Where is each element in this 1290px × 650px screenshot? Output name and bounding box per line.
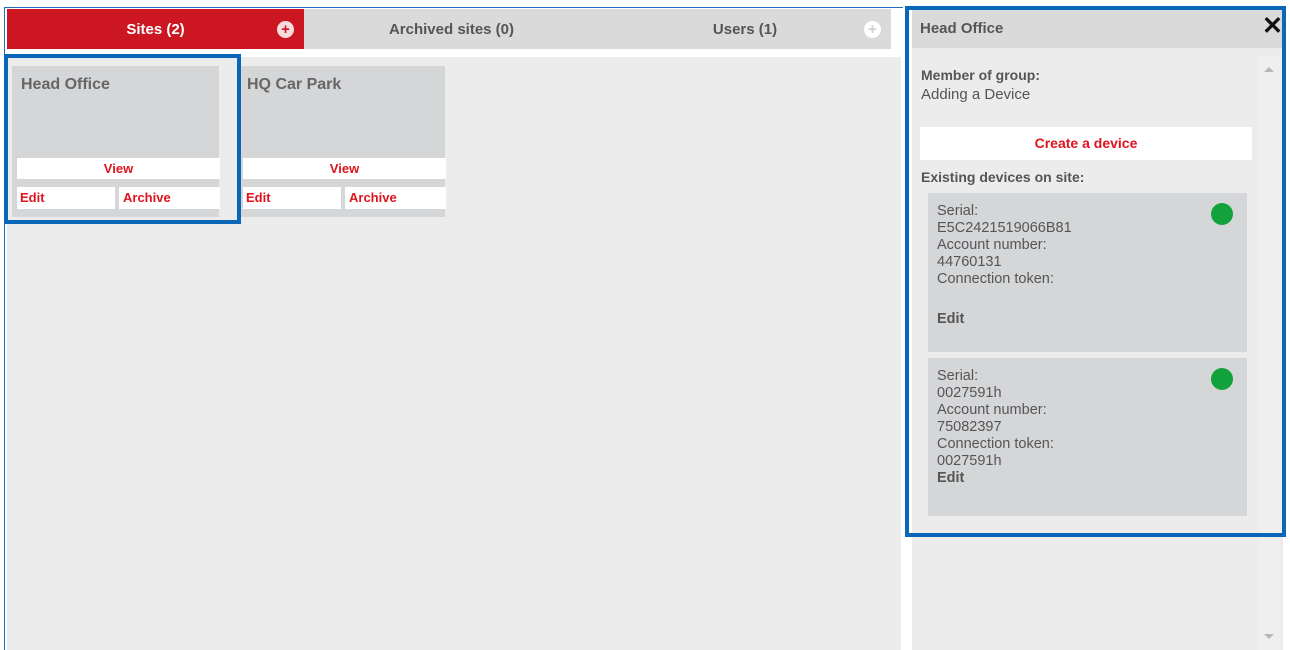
panel-scrollbar[interactable] bbox=[1259, 56, 1280, 650]
scroll-down-arrow-icon[interactable] bbox=[1264, 634, 1274, 639]
status-online-icon bbox=[1211, 368, 1233, 390]
tab-sites-label: Sites (2) bbox=[126, 20, 185, 38]
connection-token-label: Connection token: bbox=[937, 271, 1054, 287]
connection-token-value bbox=[937, 288, 1238, 305]
site-name: Head Office bbox=[21, 76, 110, 93]
site-details-panel: Head Office ✕ Member of group: Adding a … bbox=[912, 8, 1283, 650]
add-site-plus-icon[interactable]: + bbox=[277, 21, 294, 38]
archive-site-button[interactable]: Archive bbox=[345, 187, 446, 209]
connection-token-value: 0027591h bbox=[937, 453, 1002, 469]
connection-token-label: Connection token: bbox=[937, 436, 1054, 452]
account-number-value: 75082397 bbox=[937, 419, 1002, 435]
create-device-button[interactable]: Create a device bbox=[920, 127, 1252, 160]
serial-value: E5C2421519066B81 bbox=[937, 220, 1072, 236]
tab-users[interactable]: Users (1) + bbox=[599, 9, 891, 49]
add-user-plus-icon[interactable]: + bbox=[864, 21, 881, 38]
tab-sites[interactable]: Sites (2) + bbox=[7, 9, 304, 49]
account-number-label: Account number: bbox=[937, 402, 1047, 418]
close-icon[interactable]: ✕ bbox=[1262, 14, 1283, 39]
account-number-label: Account number: bbox=[937, 237, 1047, 253]
site-name: HQ Car Park bbox=[247, 76, 342, 93]
tab-archived-sites[interactable]: Archived sites (0) bbox=[304, 9, 599, 49]
tab-archived-label: Archived sites (0) bbox=[388, 20, 515, 38]
panel-body: Member of group: Adding a Device Create … bbox=[912, 56, 1257, 650]
status-online-icon bbox=[1211, 203, 1233, 225]
edit-site-button[interactable]: Edit bbox=[243, 187, 341, 209]
device-card: Serial: 0027591h Account number: 7508239… bbox=[928, 358, 1247, 516]
member-of-group-value: Adding a Device bbox=[921, 86, 1031, 103]
tab-bar: Sites (2) + Archived sites (0) Users (1)… bbox=[7, 9, 891, 49]
sites-content-area: Head Office View Edit Archive HQ Car Par… bbox=[7, 57, 901, 650]
member-of-group-label: Member of group: bbox=[921, 67, 1040, 83]
serial-label: Serial: bbox=[937, 368, 979, 384]
serial-value: 0027591h bbox=[937, 385, 1002, 401]
scroll-up-arrow-icon[interactable] bbox=[1264, 67, 1274, 72]
panel-title: Head Office bbox=[920, 20, 1004, 37]
view-site-button[interactable]: View bbox=[243, 158, 446, 179]
site-card-hq-car-park: HQ Car Park View Edit Archive bbox=[238, 66, 446, 217]
edit-site-button[interactable]: Edit bbox=[17, 187, 115, 209]
tab-users-label: Users (1) bbox=[712, 20, 778, 38]
site-card-head-office: Head Office View Edit Archive bbox=[12, 66, 220, 217]
account-number-value: 44760131 bbox=[937, 254, 1002, 270]
edit-device-link[interactable]: Edit bbox=[937, 311, 1238, 328]
panel-header: Head Office ✕ bbox=[912, 8, 1283, 48]
view-site-button[interactable]: View bbox=[17, 158, 220, 179]
existing-devices-label: Existing devices on site: bbox=[921, 169, 1085, 185]
serial-label: Serial: bbox=[937, 203, 979, 219]
archive-site-button[interactable]: Archive bbox=[119, 187, 220, 209]
edit-device-link[interactable]: Edit bbox=[937, 470, 1238, 487]
device-card: Serial: E5C2421519066B81 Account number:… bbox=[928, 193, 1247, 352]
